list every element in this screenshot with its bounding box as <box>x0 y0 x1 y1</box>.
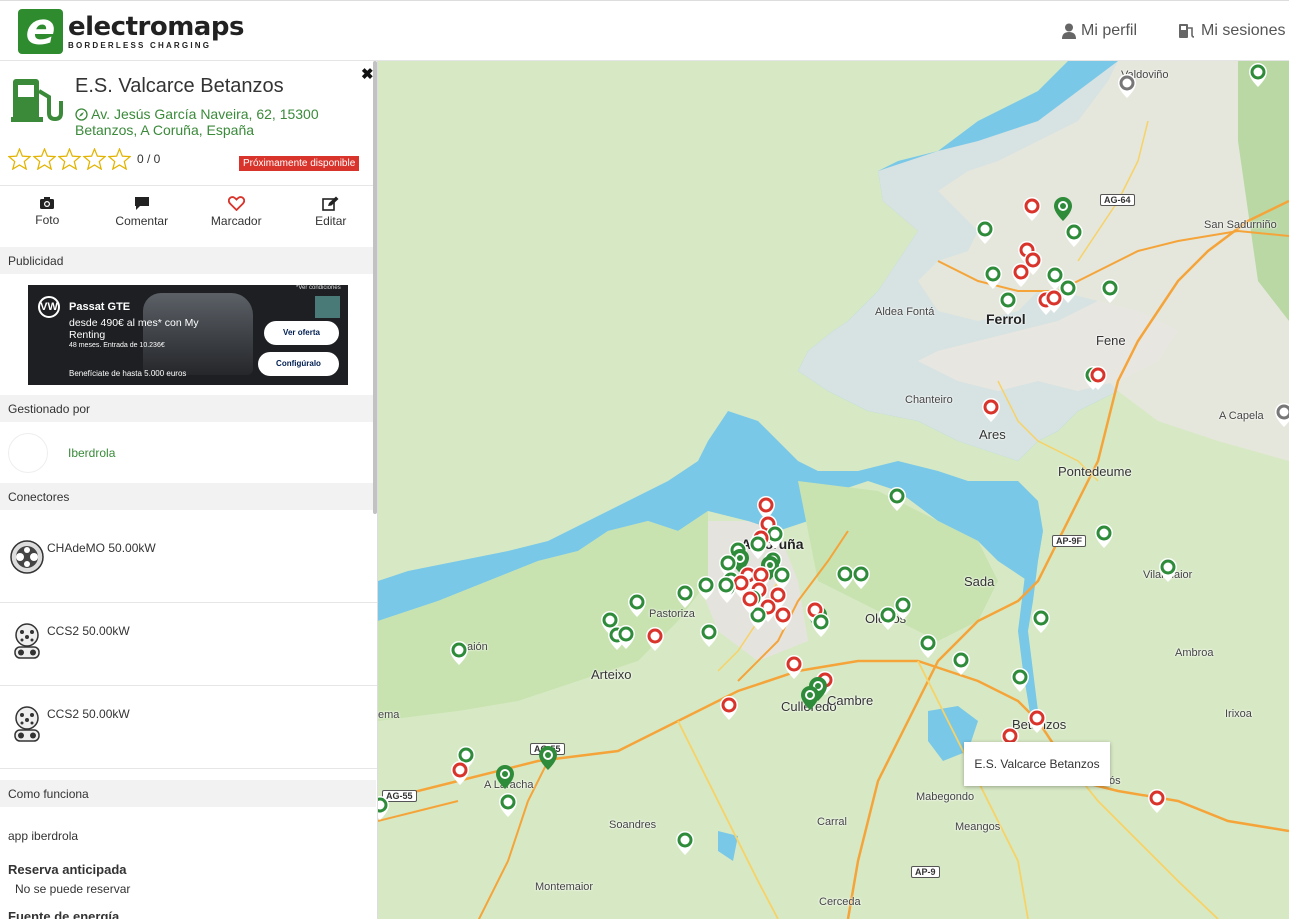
connector-label: CCS2 50.00kW <box>47 707 130 721</box>
operator-name[interactable]: Iberdrola <box>68 446 115 460</box>
ccs2-icon <box>14 623 40 659</box>
logo-mark-icon: e <box>18 8 63 54</box>
rating-stars[interactable]: 0 / 0 <box>8 148 160 170</box>
operator-row[interactable]: Iberdrola <box>0 424 377 482</box>
connector-row: CCS2 50.00kW <box>0 686 377 769</box>
bookmark-label: Marcador <box>210 214 262 228</box>
star-empty-icon[interactable] <box>33 148 56 170</box>
map-tooltip: E.S. Valcarce Betanzos <box>964 742 1110 786</box>
rating-text: 0 / 0 <box>137 152 161 166</box>
station-detail-panel: ✖ E.S. Valcarce Betanzos Av. Jesús Garcí… <box>0 61 378 919</box>
ad-offer-button[interactable]: Ver oferta <box>264 321 339 345</box>
compass-icon <box>75 108 88 121</box>
ad-price: desde 490€ al mes* con My Renting <box>69 317 199 341</box>
star-empty-icon[interactable] <box>83 148 106 170</box>
logo-tagline: BORDERLESS CHARGING <box>68 40 212 50</box>
star-empty-icon[interactable] <box>58 148 81 170</box>
logo-name: electromaps <box>68 11 244 42</box>
map-view[interactable]: Valdoviño San Sadurniño Aldea Fontá Ferr… <box>378 61 1289 919</box>
nav-profile-label: Mi perfil <box>1081 22 1138 39</box>
ad-partner-logo <box>315 296 340 318</box>
advertising-header: Publicidad <box>0 247 376 274</box>
reservation-title: Reserva anticipada <box>8 862 127 877</box>
ad-title: Passat GTE <box>69 301 131 313</box>
electromaps-logo[interactable]: e electromaps BORDERLESS CHARGING <box>18 8 244 54</box>
vw-logo: VW <box>38 296 60 318</box>
charger-icon <box>1179 24 1195 38</box>
action-bar: Foto Comentar Marcador Editar <box>0 185 378 237</box>
edit-icon <box>322 196 339 211</box>
fuel-station-icon <box>11 79 63 122</box>
status-badge: Próximamente disponible <box>239 156 360 171</box>
charger-marker-icon[interactable] <box>378 63 1289 855</box>
nav-sessions[interactable]: Mi sesiones <box>1178 22 1285 40</box>
comment-icon <box>134 197 149 210</box>
connector-row: CCS2 50.00kW <box>0 603 377 686</box>
nav-sessions-label: Mi sesiones <box>1201 22 1286 39</box>
top-bar: e electromaps BORDERLESS CHARGING Mi per… <box>0 0 1289 61</box>
managed-by-header: Gestionado por <box>0 395 376 422</box>
operator-avatar <box>8 433 48 473</box>
connector-row: CHAdeMO 50.00kW <box>0 520 377 603</box>
ccs2-icon <box>14 706 40 742</box>
app-name: app iberdrola <box>8 829 79 843</box>
star-empty-icon[interactable] <box>108 148 131 170</box>
ad-fineprint: 48 meses. Entrada de 10.236€ <box>69 342 165 349</box>
map-markers <box>378 63 1289 855</box>
close-icon[interactable]: ✖ <box>361 65 374 83</box>
ad-conditions[interactable]: *Ver condiciones <box>296 285 341 291</box>
nav-profile[interactable]: Mi perfil <box>1062 22 1137 40</box>
user-icon <box>1062 23 1076 39</box>
energy-source-title: Fuente de energía <box>8 909 120 919</box>
heart-icon <box>227 196 245 211</box>
panel-scrollbar[interactable] <box>373 61 377 514</box>
connector-label: CHAdeMO 50.00kW <box>47 541 156 555</box>
advertisement-banner[interactable]: VW Passat GTE desde 490€ al mes* con My … <box>28 285 348 385</box>
connectors-header: Conectores <box>0 483 376 510</box>
photo-button[interactable]: Foto <box>0 186 95 237</box>
ad-benefit: Benefíciate de hasta 5.000 euros <box>69 369 187 378</box>
comment-label: Comentar <box>115 214 169 228</box>
comment-button[interactable]: Comentar <box>95 186 190 237</box>
connector-label: CCS2 50.00kW <box>47 624 130 638</box>
station-name: E.S. Valcarce Betanzos <box>75 75 284 97</box>
station-address-text: Av. Jesús García Naveira, 62, 15300 Beta… <box>75 106 319 138</box>
ad-configure-button[interactable]: Configúralo <box>258 352 339 376</box>
star-empty-icon[interactable] <box>8 148 31 170</box>
station-address[interactable]: Av. Jesús García Naveira, 62, 15300 Beta… <box>75 106 345 138</box>
chademo-icon <box>10 540 44 574</box>
edit-label: Editar <box>315 214 347 228</box>
photo-label: Foto <box>35 213 60 227</box>
how-it-works-header: Como funciona <box>0 780 376 807</box>
bookmark-button[interactable]: Marcador <box>189 186 284 237</box>
camera-icon <box>40 197 55 209</box>
edit-button[interactable]: Editar <box>284 186 378 237</box>
reservation-value: No se puede reservar <box>15 882 131 896</box>
